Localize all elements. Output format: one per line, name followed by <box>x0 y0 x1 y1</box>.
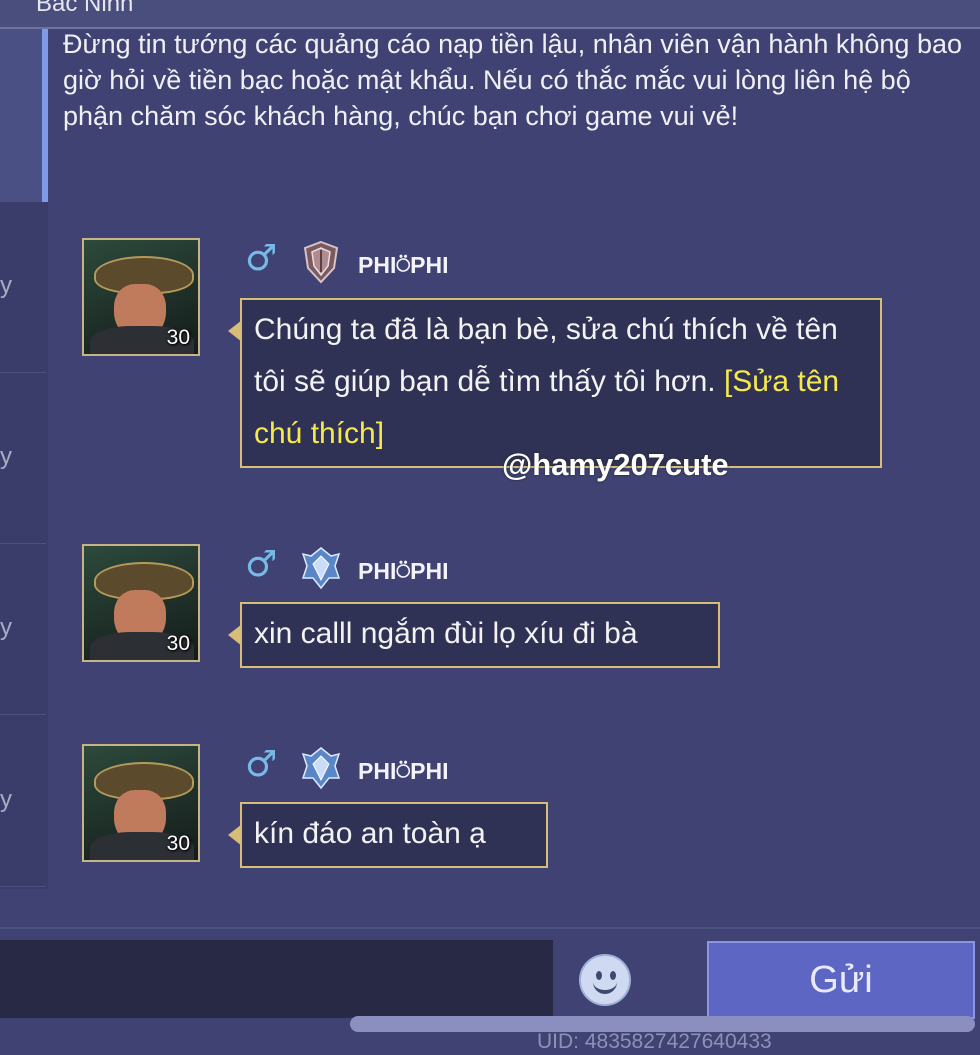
sidebar-item-label: y <box>0 443 12 470</box>
crystal-rank-icon <box>301 747 341 790</box>
sidebar-item[interactable]: y <box>0 544 46 715</box>
sidebar-item-label: y <box>0 614 12 641</box>
bubble-tail <box>228 624 242 646</box>
message-bubble: xin calll ngắm đùi lọ xíu đi bà <box>228 602 720 668</box>
emoji-button[interactable] <box>579 954 631 1006</box>
message-text: kín đáo an toàn ạ <box>254 817 486 850</box>
crystal-rank-icon <box>301 547 341 590</box>
level-badge: 30 <box>166 832 190 855</box>
message-input[interactable] <box>0 940 553 1018</box>
male-icon: ♂ <box>245 238 278 279</box>
message-bubble: Chúng ta đã là bạn bè, sửa chú thích về … <box>228 298 882 468</box>
sidebar-item[interactable]: y <box>0 716 46 887</box>
selected-indicator <box>42 29 48 202</box>
message-text: xin calll ngắm đùi lọ xíu đi bà <box>254 617 638 650</box>
uid-label: UID: 4835827427640433 <box>537 1030 772 1053</box>
avatar[interactable]: 30 <box>82 238 200 356</box>
sidebar-item[interactable]: y <box>0 202 46 373</box>
sender-name: PHI⍥PHI <box>358 758 449 784</box>
left-panel-selected[interactable] <box>0 29 42 202</box>
shield-rank-icon <box>303 240 339 284</box>
male-icon: ♂ <box>245 744 278 785</box>
sender-name: PHI⍥PHI <box>358 558 449 584</box>
divider <box>0 927 980 929</box>
system-notice: Đừng tin tướng các quảng cáo nạp tiền lậ… <box>63 29 963 131</box>
message-bubble: kín đáo an toàn ạ <box>228 802 548 868</box>
location-label: Bắc Ninh <box>36 0 134 17</box>
smiley-icon-mouth <box>593 978 617 994</box>
level-badge: 30 <box>166 632 190 655</box>
watermark: @hamy207cute <box>502 447 729 482</box>
sidebar-item-label: y <box>0 272 12 299</box>
level-badge: 30 <box>166 326 190 349</box>
bubble-tail <box>228 320 242 342</box>
top-bar: Bắc Ninh <box>0 0 980 29</box>
avatar[interactable]: 30 <box>82 744 200 862</box>
male-icon: ♂ <box>245 544 278 585</box>
sidebar-item-label: y <box>0 786 12 813</box>
bubble-tail <box>228 824 242 846</box>
send-button[interactable]: Gửi <box>707 941 975 1019</box>
sender-name: PHI⍥PHI <box>358 252 449 278</box>
sidebar-item[interactable]: y <box>0 373 46 544</box>
avatar[interactable]: 30 <box>82 544 200 662</box>
